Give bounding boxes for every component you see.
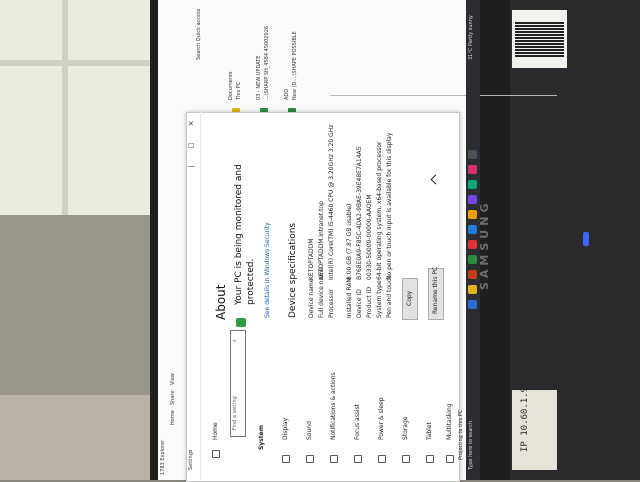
spec-value: B768E0A9-F85C-4DA2-9BAE-39E48E7A14A5 xyxy=(356,146,363,280)
spec-value: No pen or touch input is available for t… xyxy=(386,132,393,280)
spec-label: System type xyxy=(376,280,383,318)
home-icon xyxy=(212,450,220,458)
nav-home[interactable]: Home xyxy=(212,422,219,440)
taskbar-app-icon[interactable] xyxy=(468,270,477,279)
focus-assist-icon xyxy=(354,455,362,463)
ip-sticker-text: IP 10.60.1.9 / 192.168.2.1 xyxy=(520,311,530,452)
room-window xyxy=(0,0,170,215)
recent-item-path: ...\SHARP SH_4584 45002026 xyxy=(264,25,270,100)
spec-label: Product ID xyxy=(366,286,373,318)
title-bar-divider xyxy=(200,112,201,480)
explorer-title: 1783 Explorer xyxy=(160,439,166,475)
explorer-tab-home[interactable]: Home xyxy=(170,410,176,425)
security-status-line1: Your PC is being monitored and xyxy=(234,164,244,305)
taskbar-search[interactable]: Type here to search xyxy=(468,421,474,470)
taskbar-app-icon[interactable] xyxy=(468,240,477,249)
spec-label: Device ID xyxy=(356,289,363,318)
monitor-brand: SAMSUNG xyxy=(478,199,491,290)
taskbar-app-icon[interactable] xyxy=(468,210,477,219)
spec-label: Device name xyxy=(308,278,315,318)
explorer-tab-share[interactable]: Share xyxy=(170,391,176,405)
search-icon: ⌕ xyxy=(232,339,238,342)
taskbar-tray: 31°C Partly sunny xyxy=(468,15,474,60)
nav-item-multitasking[interactable]: Multitasking xyxy=(446,403,453,440)
window-frame xyxy=(0,60,170,66)
security-status-line2: protected. xyxy=(246,258,256,305)
nav-item-focus-assist[interactable]: Focus assist xyxy=(354,404,361,440)
recent-item-name[interactable]: ADD xyxy=(284,89,290,100)
recent-item-name[interactable]: Documents xyxy=(228,71,234,100)
search-placeholder: Find a setting xyxy=(232,396,238,430)
power-led xyxy=(583,232,589,246)
nav-item-display[interactable]: Display xyxy=(282,418,289,440)
taskbar-app-icon[interactable] xyxy=(468,300,477,309)
tablet-icon xyxy=(426,455,434,463)
page-title: About xyxy=(214,284,228,320)
nav-item-tablet[interactable]: Tablet xyxy=(426,422,433,440)
spec-label: Processor xyxy=(328,289,335,318)
ip-sticker xyxy=(512,390,557,470)
recent-item-name[interactable]: 03 - NEW UPDATE xyxy=(256,56,262,100)
taskbar-app-icon[interactable] xyxy=(468,180,477,189)
multitasking-icon xyxy=(446,455,454,463)
close-button[interactable]: ✕ xyxy=(188,120,194,128)
display-icon xyxy=(282,455,290,463)
spec-value: Intel(R) Core(TM) i5-4460 CPU @ 3.20GHz … xyxy=(328,124,335,280)
spec-value: 8.00 GB (7.87 GB usable) xyxy=(346,203,353,280)
settings-title: Settings xyxy=(188,449,194,470)
nav-section-system: System xyxy=(258,425,265,450)
power-icon xyxy=(378,455,386,463)
taskbar-app-icon[interactable] xyxy=(468,150,477,159)
specs-heading: Device specifications xyxy=(288,222,298,318)
sound-icon xyxy=(306,455,314,463)
recent-item-path: New (D:...\SHAPE POSSIBLE xyxy=(292,31,298,100)
nav-item-storage[interactable]: Storage xyxy=(402,417,409,440)
spec-value: 64-bit operating system, x64-based proce… xyxy=(376,141,383,280)
maximize-button[interactable]: ☐ xyxy=(188,142,194,150)
notifications-icon xyxy=(330,455,338,463)
window-frame xyxy=(62,0,68,215)
spec-label: Installed RAM xyxy=(346,277,353,318)
explorer-search[interactable]: Search Quick access xyxy=(196,9,202,60)
spec-value: 00330-50000-00000-AAOEM xyxy=(366,194,373,280)
taskbar-app-icon[interactable] xyxy=(468,195,477,204)
spec-value: KETOPTADDM xyxy=(308,238,315,280)
spec-label: Pen and touch xyxy=(386,275,393,318)
shield-icon xyxy=(236,318,246,327)
copy-button-label: Copy xyxy=(406,290,413,306)
nav-item-projecting[interactable]: Projecting to this PC xyxy=(458,410,464,460)
file-list-line xyxy=(432,95,557,96)
recent-item-path: This PC xyxy=(236,81,242,100)
desk xyxy=(0,395,165,480)
taskbar-app-icon[interactable] xyxy=(468,255,477,264)
taskbar-app-icon[interactable] xyxy=(468,285,477,294)
storage-icon xyxy=(402,455,410,463)
taskbar-app-icon[interactable] xyxy=(468,165,477,174)
nav-item-power-sleep[interactable]: Power & sleep xyxy=(378,397,385,440)
barcode-sticker xyxy=(512,10,567,68)
minimize-button[interactable]: — xyxy=(188,162,195,170)
nav-item-notifications[interactable]: Notifications & actions xyxy=(330,372,337,440)
security-details-link[interactable]: See details in Windows Security xyxy=(264,222,271,318)
taskbar-app-icon[interactable] xyxy=(468,225,477,234)
spec-value: KETOPTADDM.intranet.top xyxy=(318,201,325,280)
nav-item-sound[interactable]: Sound xyxy=(306,421,313,440)
explorer-tab-view[interactable]: View xyxy=(170,373,176,385)
rename-pc-button-label: Rename this PC xyxy=(432,266,439,314)
